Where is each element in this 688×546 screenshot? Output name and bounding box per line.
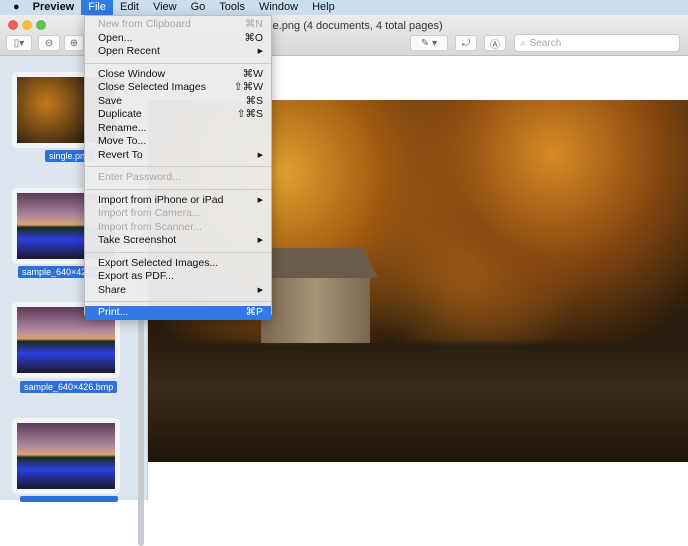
- menu-item-import-from-iphone-or-ipad[interactable]: Import from iPhone or iPad ▶: [85, 194, 271, 208]
- menu-item-new-from-clipboard: New from Clipboard ⌘N: [85, 18, 271, 32]
- sidebar-icon: ▯▾: [13, 37, 25, 49]
- menu-app[interactable]: Preview: [26, 0, 82, 15]
- menu-separator: [85, 166, 271, 167]
- menu-item-close-window[interactable]: Close Window ⌘W: [85, 68, 271, 82]
- menu-edit[interactable]: Edit: [113, 0, 146, 15]
- thumbnail-image: [17, 423, 115, 489]
- menu-item-close-selected-images[interactable]: Close Selected Images ⇧⌘W: [85, 81, 271, 95]
- menu-separator: [85, 251, 271, 253]
- menu-item-rename[interactable]: Rename...: [85, 122, 271, 136]
- menu-item-share[interactable]: Share ▶: [85, 284, 271, 298]
- zoom-window-button[interactable]: [36, 20, 46, 30]
- menu-item-label: Move To...: [98, 135, 147, 147]
- menu-item-label: Print...: [98, 306, 129, 318]
- menu-item-shortcut: ⌘W: [242, 67, 263, 80]
- minimize-window-button[interactable]: [22, 20, 32, 30]
- menu-item-import-from-camera: Import from Camera...: [85, 207, 271, 221]
- zoom-in-icon: ⊕: [69, 37, 79, 49]
- menu-item-label: Save: [98, 94, 122, 107]
- menu-item-label: Open...: [98, 31, 133, 44]
- menu-item-label: Duplicate: [98, 108, 142, 120]
- markup-icon: Ⓐ: [490, 39, 500, 51]
- search-placeholder: Search: [529, 37, 562, 49]
- menu-item-take-screenshot[interactable]: Take Screenshot ▶: [85, 234, 271, 248]
- menu-item-label: Export as PDF...: [98, 270, 174, 282]
- menu-item-label: Import from Scanner...: [98, 220, 202, 233]
- menu-item-shortcut: ⇧⌘W: [233, 81, 263, 93]
- menu-bar: ● Preview File Edit View Go Tools Window…: [0, 0, 688, 15]
- submenu-arrow-icon: ▶: [257, 237, 263, 244]
- rotate-icon: ⤾: [461, 37, 471, 49]
- menu-item-shortcut: ⌘P: [245, 306, 263, 318]
- rotate-button[interactable]: ⤾: [455, 35, 477, 51]
- menu-go[interactable]: Go: [184, 0, 213, 15]
- menu-item-export-as-pdf[interactable]: Export as PDF...: [85, 270, 271, 284]
- search-input[interactable]: ⌕ Search: [514, 34, 680, 52]
- menu-item-label: Enter Password...: [98, 171, 181, 183]
- menu-item-shortcut: ⌘O: [244, 31, 263, 44]
- menu-item-label: Export Selected Images...: [98, 256, 219, 269]
- menu-item-label: Close Selected Images: [98, 81, 206, 93]
- menu-item-enter-password: Enter Password...: [85, 171, 271, 185]
- menu-item-label: Close Window: [98, 67, 166, 80]
- menu-item-export-selected-images[interactable]: Export Selected Images...: [85, 257, 271, 271]
- menu-file[interactable]: File: [81, 0, 113, 15]
- markup-toolbar-button[interactable]: Ⓐ: [484, 35, 506, 51]
- menu-separator: [85, 301, 271, 302]
- menu-item-save[interactable]: Save ⌘S: [85, 95, 271, 109]
- menu-item-duplicate[interactable]: Duplicate ⇧⌘S: [85, 108, 271, 122]
- zoom-out-button[interactable]: ⊖: [38, 35, 60, 51]
- menu-window[interactable]: Window: [252, 0, 305, 15]
- submenu-arrow-icon: ▶: [257, 151, 263, 159]
- menu-item-shortcut: ⌘N: [244, 18, 263, 30]
- menu-help[interactable]: Help: [305, 0, 342, 15]
- menu-item-label: New from Clipboard: [98, 18, 191, 30]
- markup-pen-button[interactable]: ✎ ▾: [410, 35, 448, 51]
- menu-separator: [85, 62, 271, 64]
- menu-item-revert-to[interactable]: Revert To ▶: [85, 149, 271, 163]
- zoom-out-icon: ⊖: [44, 37, 54, 49]
- menu-item-shortcut: ⌘S: [245, 94, 263, 107]
- thumbnail-label[interactable]: sample_640×426.bmp: [20, 381, 118, 393]
- close-window-button[interactable]: [8, 20, 18, 30]
- sidebar-toggle-button[interactable]: ▯▾: [6, 35, 32, 51]
- menu-item-label: Import from Camera...: [98, 207, 201, 219]
- menu-separator: [85, 188, 271, 190]
- menu-item-label: Share: [98, 283, 127, 296]
- thumbnail-label[interactable]: [20, 496, 118, 502]
- thumbnail-4[interactable]: [12, 418, 120, 494]
- zoom-in-button[interactable]: ⊕: [64, 35, 84, 51]
- menu-item-move-to[interactable]: Move To...: [85, 135, 271, 149]
- pen-icon: ✎ ▾: [420, 37, 438, 49]
- search-icon: ⌕: [520, 37, 526, 49]
- file-menu-dropdown: New from Clipboard ⌘N Open... ⌘O Open Recent…: [84, 15, 272, 320]
- submenu-arrow-icon: ▶: [257, 196, 263, 204]
- menu-item-open-recent[interactable]: Open Recent ▶: [85, 45, 271, 59]
- menu-item-shortcut: ⇧⌘S: [236, 108, 263, 120]
- submenu-arrow-icon: ▶: [257, 286, 263, 294]
- apple-menu-icon[interactable]: ●: [0, 0, 26, 15]
- menu-item-label: Import from iPhone or iPad: [98, 193, 224, 206]
- menu-item-label: Open Recent: [98, 45, 160, 57]
- menu-item-label: Revert To: [98, 148, 143, 161]
- menu-tools[interactable]: Tools: [212, 0, 252, 15]
- submenu-arrow-icon: ▶: [257, 48, 263, 55]
- menu-item-open[interactable]: Open... ⌘O: [85, 32, 271, 46]
- menu-item-import-from-scanner: Import from Scanner...: [85, 221, 271, 235]
- menu-view[interactable]: View: [146, 0, 184, 15]
- menu-item-label: Rename...: [98, 121, 147, 134]
- window-title: single.png (4 documents, 4 total pages): [250, 20, 443, 32]
- menu-item-label: Take Screenshot: [98, 234, 177, 246]
- menu-item-print[interactable]: Print... ⌘P: [85, 306, 271, 320]
